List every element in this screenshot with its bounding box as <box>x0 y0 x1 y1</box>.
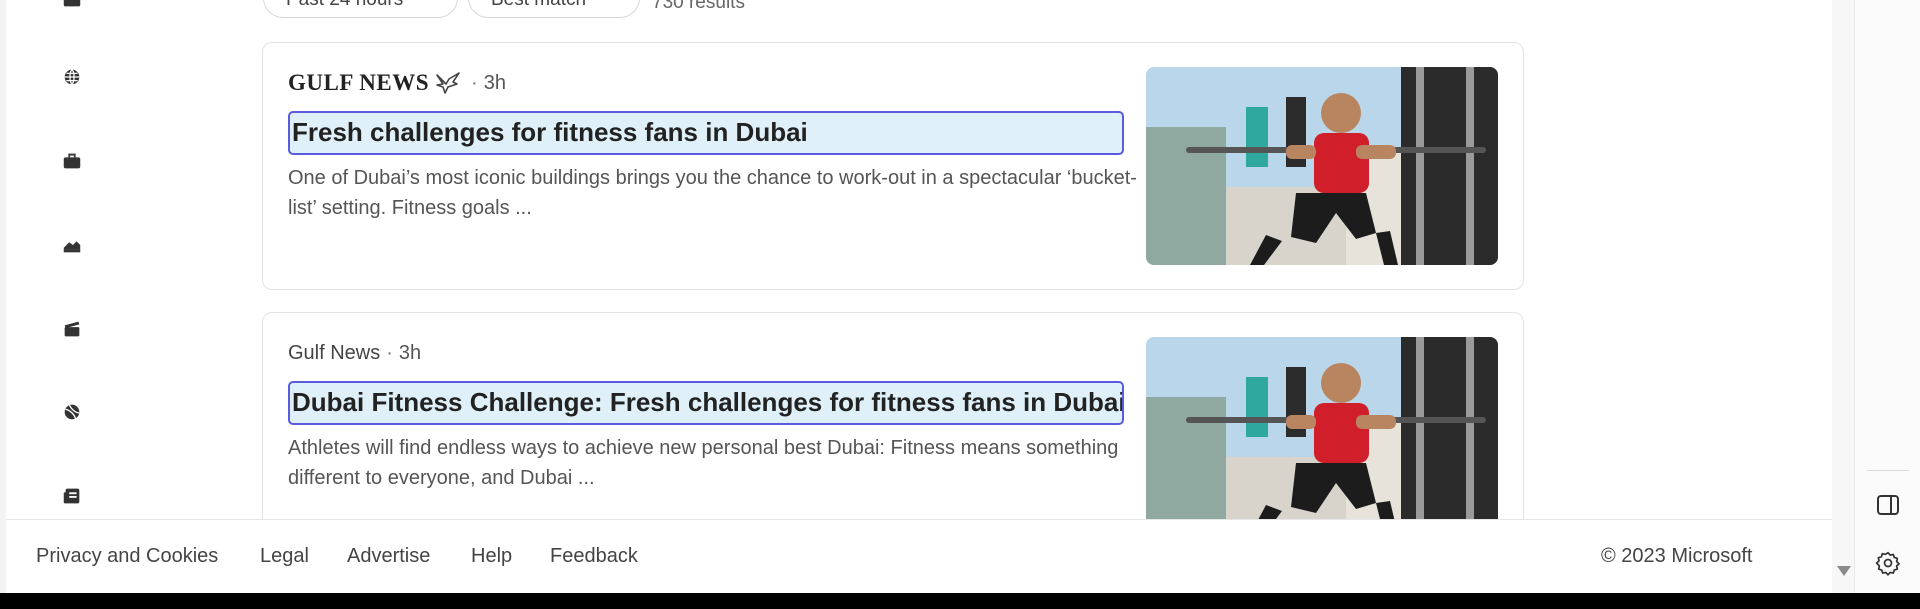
result-snippet: One of Dubai’s most iconic buildings bri… <box>288 167 1137 219</box>
graduation-cap-icon[interactable] <box>56 229 88 261</box>
time-filter-label: Past 24 hours <box>286 0 403 10</box>
page-scrollbar[interactable] <box>1832 0 1854 593</box>
feedback-link[interactable]: Feedback <box>550 545 638 568</box>
legal-link[interactable]: Legal <box>260 545 309 568</box>
results-count: 730 results <box>652 0 745 13</box>
result-thumbnail[interactable] <box>1146 337 1498 535</box>
help-link[interactable]: Help <box>471 545 512 568</box>
browser-side-panel <box>1854 0 1920 593</box>
result-meta: Gulf News · 3h <box>288 341 422 365</box>
result-meta: GULF NEWS · 3h <box>288 70 506 96</box>
page-footer: Privacy and Cookies Legal Advertise Help… <box>6 519 1832 593</box>
time-filter-dropdown[interactable]: Past 24 hours <box>263 0 458 18</box>
result-title-link[interactable]: Fresh challenges for fitness fans in Dub… <box>288 111 1124 155</box>
settings-gear-icon[interactable] <box>1873 548 1903 578</box>
side-panel-divider <box>1867 470 1909 471</box>
falcon-icon <box>436 72 460 94</box>
browser-page: Past 24 hours Best match 730 results GUL… <box>0 0 1920 593</box>
result-thumbnail[interactable] <box>1146 67 1498 265</box>
basketball-icon[interactable] <box>56 396 88 428</box>
result-time: 3h <box>398 341 422 364</box>
sort-dropdown[interactable]: Best match <box>468 0 640 18</box>
folder-icon[interactable] <box>56 0 88 16</box>
news-icon[interactable] <box>56 480 88 512</box>
privacy-cookies-link[interactable]: Privacy and Cookies <box>36 545 218 568</box>
sort-label: Best match <box>491 0 586 10</box>
copyright-text: © 2023 Microsoft <box>1601 545 1753 567</box>
advertise-link[interactable]: Advertise <box>347 545 430 568</box>
result-title-link[interactable]: Dubai Fitness Challenge: Fresh challenge… <box>288 381 1124 425</box>
result-snippet: Athletes will find endless ways to achie… <box>288 437 1119 489</box>
clapperboard-icon[interactable] <box>56 313 88 345</box>
left-rail <box>6 0 126 520</box>
news-result-card: GULF NEWS · 3h Fresh challenges for fitn… <box>262 42 1524 290</box>
scroll-down-arrow-icon[interactable] <box>1837 566 1851 576</box>
globe-icon[interactable] <box>56 61 88 93</box>
briefcase-icon[interactable] <box>56 145 88 177</box>
gulf-news-logo[interactable]: GULF NEWS <box>288 70 461 96</box>
result-source[interactable]: Gulf News <box>288 342 380 365</box>
result-time: 3h <box>483 71 506 94</box>
toggle-sidebar-icon[interactable] <box>1873 490 1903 520</box>
